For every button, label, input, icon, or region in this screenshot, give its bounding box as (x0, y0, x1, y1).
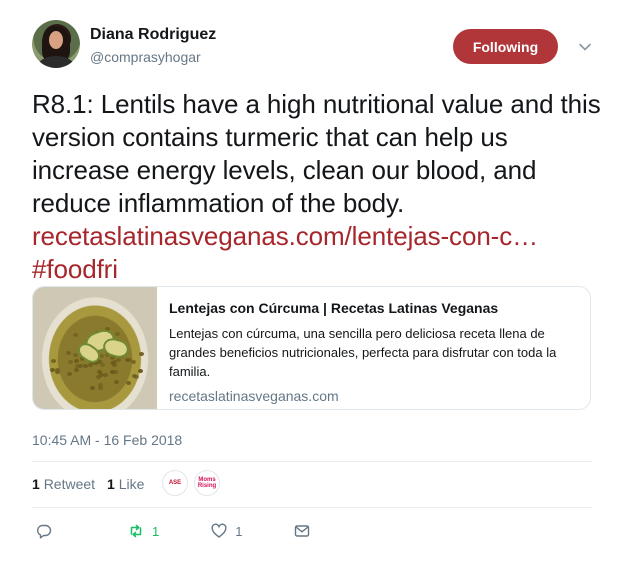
like-count: 1 (235, 523, 243, 539)
like-stat[interactable]: 1 Like (107, 476, 144, 492)
lentil-dot (116, 357, 122, 362)
avatar-face (49, 31, 63, 49)
lentil-dot (137, 369, 143, 374)
lentil-dot (78, 364, 84, 369)
tweet-stats: 1 Retweet 1 Like (32, 476, 144, 492)
direct-message-button[interactable] (294, 523, 310, 539)
lentil-dot (88, 363, 94, 368)
envelope-icon (295, 525, 310, 537)
reply-button[interactable] (36, 523, 60, 539)
tweet-body: R8.1: Lentils have a high nutritional va… (32, 89, 601, 218)
card-description: Lentejas con cúrcuma, una sencilla pero … (169, 326, 557, 379)
lentil-dot (111, 363, 117, 368)
following-button[interactable]: Following (453, 29, 558, 64)
liker-avatar-2[interactable]: Moms Rising (194, 470, 220, 496)
lentil-dot (55, 369, 61, 374)
display-name[interactable]: Diana Rodriguez (90, 26, 216, 44)
link-card[interactable]: Lentejas con Cúrcuma | Recetas Latinas V… (32, 286, 591, 410)
lentil-dot (134, 374, 139, 379)
lentil-dot (114, 380, 120, 384)
lentil-dot (68, 360, 74, 365)
retweet-stat[interactable]: 1 Retweet (32, 476, 95, 492)
lentil-dot (51, 359, 57, 364)
lentil-dot (138, 352, 144, 357)
lentil-dot (73, 359, 79, 364)
lentil-dot (97, 385, 103, 390)
heart-icon (211, 523, 227, 538)
lentil-dot (90, 386, 96, 391)
user-avatar[interactable] (32, 20, 80, 68)
lentil-dot (65, 351, 71, 356)
retweet-count: 1 (152, 523, 160, 539)
lentil-dot (112, 369, 118, 374)
liker-avatar-1[interactable]: ASE (162, 470, 188, 496)
lentil-dot (74, 368, 80, 373)
lentil-dot (72, 332, 78, 337)
lentil-dot (126, 381, 132, 386)
chevron-down-icon[interactable] (578, 40, 592, 54)
lentil-dot (96, 369, 102, 374)
retweet-icon (130, 524, 142, 538)
user-handle[interactable]: @comprasyhogar (90, 49, 201, 65)
divider (32, 507, 592, 508)
tweet-link[interactable]: recetaslatinasveganas.com/lentejas-con-c… (32, 221, 538, 251)
card-domain: recetaslatinasveganas.com (169, 388, 339, 404)
lentil-dot (131, 360, 137, 365)
card-body: Lentejas con Cúrcuma | Recetas Latinas V… (169, 299, 581, 404)
reply-icon (37, 524, 52, 539)
avatar-shoulder (38, 56, 74, 68)
tweet-hashtag[interactable]: #foodfri (32, 254, 118, 284)
lentil-dot (114, 332, 120, 337)
like-button[interactable]: 1 (211, 523, 242, 539)
liker-avatars: ASE Moms Rising (162, 470, 220, 496)
divider (32, 461, 592, 462)
tweet-actions: 1 1 (36, 523, 310, 539)
card-title: Lentejas con Cúrcuma | Recetas Latinas V… (169, 300, 499, 316)
retweet-button[interactable]: 1 (128, 523, 159, 539)
tweet-timestamp[interactable]: 10:45 AM - 16 Feb 2018 (32, 432, 182, 448)
card-thumbnail (33, 287, 157, 409)
lentil-dot (100, 363, 106, 368)
lentil-dot (126, 357, 132, 362)
lentil-dot (67, 371, 73, 376)
tweet-text: R8.1: Lentils have a high nutritional va… (32, 88, 602, 286)
